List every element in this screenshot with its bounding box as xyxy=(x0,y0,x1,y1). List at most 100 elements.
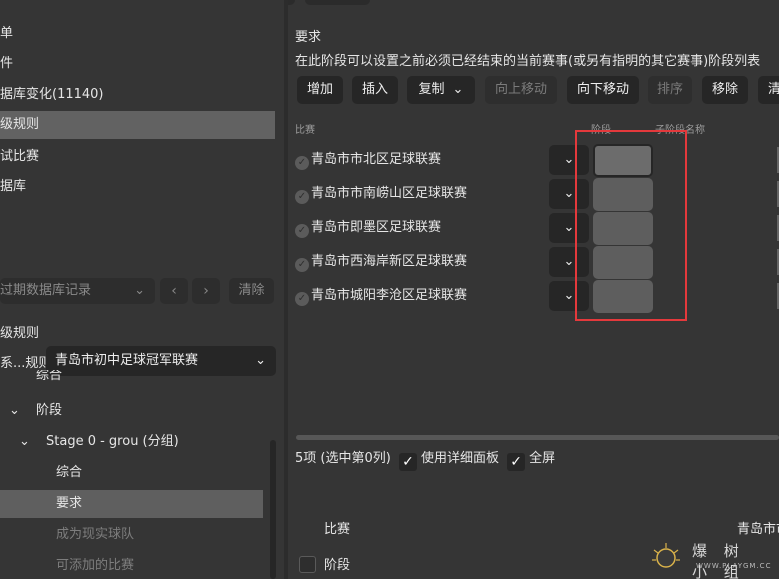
caret-down-icon[interactable]: ⌄ xyxy=(19,428,30,456)
tree-item-label: 综合 xyxy=(56,465,83,480)
fullscreen-label: 全屏 xyxy=(529,451,556,466)
check-circle-icon: ✓ xyxy=(295,156,309,170)
row-competition: 青岛市市南崂山区足球联赛 xyxy=(311,186,468,201)
next-button[interactable]: › xyxy=(192,278,220,304)
remove-button[interactable]: 移除 xyxy=(702,76,748,104)
chevron-down-icon: ⌄ xyxy=(452,82,464,97)
move-up-button[interactable]: 向上移动 xyxy=(485,76,557,104)
copy-button-label: 复制 xyxy=(418,82,445,97)
remove-label: 移除 xyxy=(711,82,738,97)
selection-count: 5项 (选中第0列) xyxy=(295,451,391,466)
detail-stage-row: 阶段 xyxy=(299,554,350,573)
sidebar-item-test-match[interactable]: 试比赛 xyxy=(0,143,275,171)
move-down-button[interactable]: 向下移动 xyxy=(567,76,639,104)
detail-stage-checkbox[interactable] xyxy=(299,556,316,573)
row-competition: 青岛市城阳李沧区足球联赛 xyxy=(311,288,468,303)
sort-label: 排序 xyxy=(656,82,683,97)
detail-competition-label: 比赛 xyxy=(324,522,351,537)
column-header-competition[interactable]: 比赛 xyxy=(295,121,315,136)
tree-item-real-teams[interactable]: 成为现实球队 xyxy=(0,521,263,549)
chevron-right-icon: › xyxy=(203,283,209,299)
chevron-down-icon: ⌄ xyxy=(563,152,575,167)
check-circle-icon: ✓ xyxy=(295,224,309,238)
chevron-down-icon: ⌄ xyxy=(563,288,575,303)
chevron-down-icon: ⌄ xyxy=(134,283,145,298)
clear-filter-button[interactable]: 清除 xyxy=(229,278,274,304)
tree-item-label: 综合 xyxy=(36,370,63,383)
watermark-text: 爆 树 小 组 xyxy=(692,542,745,579)
sidebar-item-label: 试比赛 xyxy=(0,149,40,164)
tree-item-label: 可添加的比赛 xyxy=(56,558,135,573)
watermark-logo: 爆 树 小 组 WWW.PLAYGM.CC xyxy=(650,540,775,579)
panel-title: 要求 xyxy=(295,30,322,45)
sidebar-item-label: 件 xyxy=(0,56,14,71)
table-row[interactable]: ✓ 青岛市市南崂山区足球联赛 xyxy=(295,182,467,206)
tree-item-general[interactable]: 综合 xyxy=(0,370,263,386)
panel-description: 在此阶段可以设置之前必须已经结束的当前赛事(或另有指明的其它赛事)阶段列表 xyxy=(295,54,761,69)
chevron-down-icon: ⌄ xyxy=(563,186,575,201)
detail-competition-value: 青岛市市 xyxy=(737,522,779,537)
insert-button[interactable]: 插入 xyxy=(352,76,398,104)
sidebar-item-advanced-rules[interactable]: 级规则 xyxy=(0,111,275,139)
sidebar-item-database[interactable]: 据库 xyxy=(0,173,275,201)
requirements-panel: 要求 在此阶段可以设置之前必须已经结束的当前赛事(或另有指明的其它赛事)阶段列表… xyxy=(288,0,779,579)
copy-button[interactable]: 复制 ⌄ xyxy=(407,76,475,104)
caret-down-icon[interactable]: ⌄ xyxy=(9,397,20,425)
left-panel: 单 件 据库变化(11140) 级规则 试比赛 据库 过期数据库记录 ⌄ ‹ ›… xyxy=(0,0,284,579)
tree-item-requirements[interactable]: 要求 xyxy=(0,490,263,518)
add-button-label: 增加 xyxy=(306,82,333,97)
horizontal-scrollbar[interactable] xyxy=(296,435,779,440)
status-bar: 5项 (选中第0列) ✓ 使用详细面板 ✓ 全屏 xyxy=(295,448,555,471)
tree-item-stage-0[interactable]: ⌄ Stage 0 - grou (分组) xyxy=(0,428,263,456)
detail-stage-label: 阶段 xyxy=(324,558,351,573)
row-competition: 青岛市西海岸新区足球联赛 xyxy=(311,254,468,269)
watermark-url: WWW.PLAYGM.CC xyxy=(696,562,772,570)
check-circle-icon: ✓ xyxy=(295,190,309,204)
tree-item-stages[interactable]: ⌄ 阶段 xyxy=(0,397,263,425)
chevron-down-icon: ⌄ xyxy=(563,254,575,269)
sidebar-item-label: 单 xyxy=(0,26,14,41)
annotation-highlight-box xyxy=(575,130,687,321)
detail-panel-checkbox[interactable]: ✓ xyxy=(398,453,417,471)
tree-item-label: 要求 xyxy=(56,496,83,511)
tree-item-label: Stage 0 - grou (分组) xyxy=(46,434,179,449)
clear-button[interactable]: 清 xyxy=(758,76,779,104)
detail-panel-label: 使用详细面板 xyxy=(420,451,499,466)
filter-database-records-select[interactable]: 过期数据库记录 ⌄ xyxy=(0,278,155,304)
watermark-emblem-icon xyxy=(652,543,680,568)
sidebar-item-label: 据库变化(11140) xyxy=(0,87,104,102)
sidebar-item-database-changes[interactable]: 据库变化(11140) xyxy=(0,81,275,109)
prev-button[interactable]: ‹ xyxy=(160,278,188,304)
chevron-down-icon: ⌄ xyxy=(563,220,575,235)
table-row[interactable]: ✓ 青岛市西海岸新区足球联赛 xyxy=(295,250,467,274)
check-circle-icon: ✓ xyxy=(295,292,309,306)
check-circle-icon: ✓ xyxy=(295,258,309,272)
fullscreen-checkbox[interactable]: ✓ xyxy=(507,453,526,471)
sort-button[interactable]: 排序 xyxy=(648,76,692,104)
move-up-label: 向上移动 xyxy=(494,82,547,97)
rule-select-value: 青岛市初中足球冠军联赛 xyxy=(55,353,199,368)
tree-item-label: 成为现实球队 xyxy=(56,527,135,542)
clear-filter-label: 清除 xyxy=(238,283,265,298)
sidebar-item-menu[interactable]: 单 xyxy=(0,20,275,48)
table-row[interactable]: ✓ 青岛市城阳李沧区足球联赛 xyxy=(295,284,467,308)
sidebar-item-files[interactable]: 件 xyxy=(0,50,275,78)
row-competition: 青岛市即墨区足球联赛 xyxy=(311,220,442,235)
section-title: 级规则 xyxy=(0,326,40,341)
sidebar-item-label: 级规则 xyxy=(0,117,40,132)
tree-item-general-sub[interactable]: 综合 xyxy=(0,459,263,487)
tree-item-label: 阶段 xyxy=(36,403,63,418)
filter-placeholder: 过期数据库记录 xyxy=(0,283,92,298)
tree-item-addable-matches[interactable]: 可添加的比赛 xyxy=(0,552,263,579)
row-competition: 青岛市市北区足球联赛 xyxy=(311,152,442,167)
app-window: 单 件 据库变化(11140) 级规则 试比赛 据库 过期数据库记录 ⌄ ‹ ›… xyxy=(0,0,779,579)
table-row[interactable]: ✓ 青岛市即墨区足球联赛 xyxy=(295,216,441,240)
move-down-label: 向下移动 xyxy=(576,82,629,97)
add-button[interactable]: 增加 xyxy=(297,76,343,104)
table-row[interactable]: ✓ 青岛市市北区足球联赛 xyxy=(295,148,441,172)
clear-label: 清 xyxy=(768,82,779,97)
tree-scrollbar[interactable] xyxy=(270,440,276,579)
sidebar-item-label: 据库 xyxy=(0,179,27,194)
chevron-left-icon: ‹ xyxy=(171,283,177,299)
rule-label: 系...规则 xyxy=(0,356,52,371)
